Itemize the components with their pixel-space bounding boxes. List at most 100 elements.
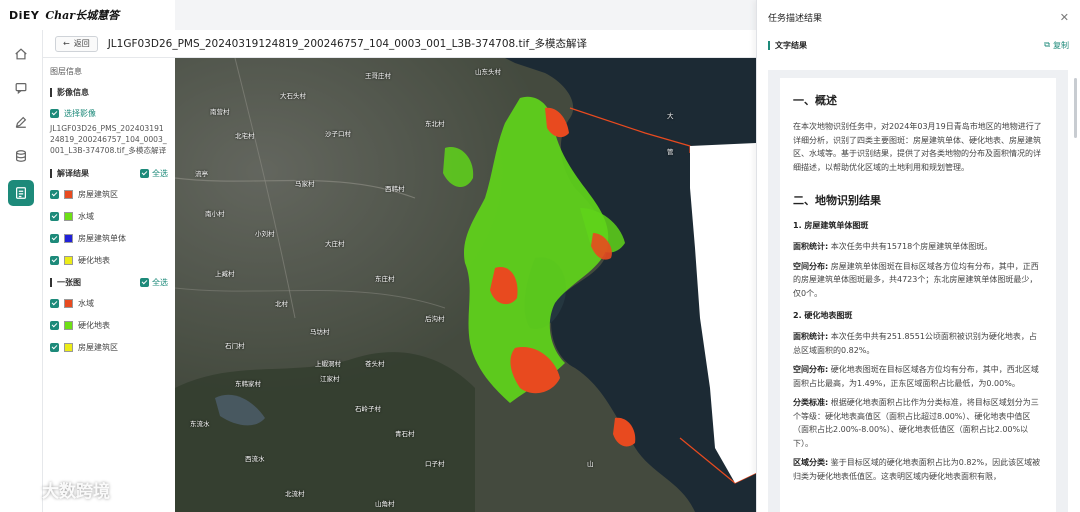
legend-swatch <box>64 234 73 243</box>
result-select-all[interactable]: 全选 <box>140 168 168 179</box>
back-button[interactable]: ← 返回 <box>55 35 98 52</box>
result-layer-checkbox[interactable] <box>50 234 59 243</box>
chat-icon[interactable] <box>8 75 34 101</box>
result-panel-header: 任务描述结果 ✕ <box>757 0 1080 34</box>
map-place-label: 大 <box>667 112 674 120</box>
layer-panel: 图层信息 影像信息 选择影像 JL1GF03D26_PMS_2024031912… <box>43 58 175 512</box>
building-unit-title: 1. 房屋建筑单体图斑 <box>793 221 869 230</box>
map-place-label: 口子村 <box>425 460 445 468</box>
select-image-label: 选择影像 <box>64 109 96 118</box>
watermark: 大数跨境 <box>8 477 110 502</box>
result-panel-title: 任务描述结果 <box>768 13 823 24</box>
result-layer-checkbox[interactable] <box>50 190 59 199</box>
map-place-label: 南小村 <box>205 210 225 218</box>
first-layer-label: 硬化地表 <box>78 321 110 330</box>
result-select-all-checkbox[interactable] <box>140 169 149 178</box>
arrow-left-icon: ← <box>63 39 70 48</box>
brand-diey: DiEY <box>9 8 40 22</box>
map-place-label: 西流水 <box>245 455 265 463</box>
map-place-label: 马家村 <box>295 180 315 188</box>
first-layer-row[interactable]: 房屋建筑区 <box>50 342 168 353</box>
section-overview-body: 在本次地物识别任务中，对2024年03月19日青岛市地区的地物进行了详细分析，识… <box>793 122 1042 172</box>
building-unit-distribution: 空间分布: 房屋建筑单体图斑在目标区域各方位均有分布，其中，正西的房屋建筑单体图… <box>793 261 1039 298</box>
legend-swatch <box>64 343 73 352</box>
first-layer-checkbox[interactable] <box>50 299 59 308</box>
result-layer-row[interactable]: 房屋建筑单体 <box>50 233 168 244</box>
result-group-header: 解译结果 全选 <box>50 168 168 179</box>
map-place-label: 西韩村 <box>385 185 405 193</box>
map-place-label: 马坊村 <box>310 328 330 336</box>
building-unit-area: 面积统计: 本次任务中共有15718个房屋建筑单体图斑。 <box>793 242 993 251</box>
map-place-label: 江家村 <box>320 375 340 383</box>
report-document[interactable]: 一、概述 在本次地物识别任务中，对2024年03月19日青岛市地区的地物进行了详… <box>780 78 1056 512</box>
image-group-title: 影像信息 <box>57 88 89 97</box>
result-layer-label: 水域 <box>78 212 94 221</box>
map-place-label: 大庄村 <box>325 240 345 248</box>
first-select-all-checkbox[interactable] <box>140 278 149 287</box>
select-image-row[interactable]: 选择影像 <box>50 108 168 119</box>
first-layer-row[interactable]: 硬化地表 <box>50 320 168 331</box>
map-place-label: 石门村 <box>225 342 245 350</box>
home-icon[interactable] <box>8 41 34 67</box>
map-place-label: 流亭 <box>195 170 208 178</box>
result-layer-checkbox[interactable] <box>50 212 59 221</box>
map-place-label: 北宅村 <box>235 132 255 140</box>
watermark-text: 大数跨境 <box>42 482 110 502</box>
first-layer-row[interactable]: 水域 <box>50 298 168 309</box>
legend-swatch <box>64 321 73 330</box>
map-place-label: 苍头村 <box>365 360 385 368</box>
map-place-label: 山东头村 <box>475 68 501 76</box>
hardened-surface-title: 2. 硬化地表图斑 <box>793 311 853 320</box>
copy-icon: ⧉ <box>1044 40 1050 49</box>
map-place-label: 大石头村 <box>280 92 306 100</box>
report-container: 一、概述 在本次地物识别任务中，对2024年03月19日青岛市地区的地物进行了详… <box>768 70 1068 512</box>
first-layer-label: 房屋建筑区 <box>78 343 118 352</box>
result-layer-row[interactable]: 硬化地表 <box>50 255 168 266</box>
first-layer-checkbox[interactable] <box>50 343 59 352</box>
result-layer-label: 房屋建筑单体 <box>78 234 126 243</box>
map-place-label: 南营村 <box>210 108 230 116</box>
legend-swatch <box>64 299 73 308</box>
page-title: JL1GF03D26_PMS_20240319124819_200246757_… <box>107 38 587 50</box>
report-scrollbar[interactable] <box>1074 78 1077 138</box>
result-layer-label: 硬化地表 <box>78 256 110 265</box>
image-group-header: 影像信息 <box>50 87 168 98</box>
hardened-surface-area: 面积统计: 本次任务中共有251.8551公顷面积被识别为硬化地表，占总区域面积… <box>793 332 1037 355</box>
text-result-title: 文字结果 <box>775 40 807 50</box>
map-place-label: 后沟村 <box>425 315 445 323</box>
edit-icon[interactable] <box>8 109 34 135</box>
brand-logo: DiEY Char长城慧答 <box>0 0 175 30</box>
database-icon[interactable] <box>8 143 34 169</box>
map-view[interactable]: 王哥庄村 南营村 大石头村 北宅村 山东头村 沙子口村 流亭 东北村 马家村 南小村 西韩村 小刘村大… <box>175 58 756 512</box>
image-file-name: JL1GF03D26_PMS_20240319124819_200246757_… <box>50 124 167 155</box>
map-place-label: 王哥庄村 <box>365 72 391 80</box>
result-layer-row[interactable]: 水域 <box>50 211 168 222</box>
map-place-label: 沙子口村 <box>325 130 351 138</box>
result-group-title: 解译结果 <box>57 169 89 178</box>
select-image-checkbox[interactable] <box>50 109 59 118</box>
map-place-label: 北流村 <box>285 490 305 498</box>
map-place-label: 北村 <box>275 300 288 308</box>
result-layer-row[interactable]: 房屋建筑区 <box>50 189 168 200</box>
section-results-title: 二、地物识别结果 <box>793 194 881 207</box>
first-layer-label: 水域 <box>78 299 94 308</box>
report-icon[interactable] <box>8 180 34 206</box>
brand-char: Char长城慧答 <box>45 9 120 22</box>
hardened-surface-classification: 区域分类: 鉴于目标区域的硬化地表面积占比为0.82%，因此该区域被归类为硬化地… <box>793 458 1041 481</box>
map-place-label: 东庄村 <box>375 275 395 283</box>
close-icon[interactable]: ✕ <box>1060 11 1069 24</box>
hardened-surface-distribution: 空间分布: 硬化地表图斑在目标区域各方位均有分布，其中，西北区域面积占比最高，为… <box>793 365 1039 388</box>
map-place-label: 山角村 <box>375 500 395 508</box>
legend-swatch <box>64 256 73 265</box>
first-select-all[interactable]: 全选 <box>140 277 168 288</box>
map-place-label: 上蝦洞村 <box>315 360 341 368</box>
legend-swatch <box>64 190 73 199</box>
copy-button[interactable]: ⧉ 复制 <box>1044 40 1069 51</box>
text-result-header: 文字结果 ⧉ 复制 <box>757 34 1080 56</box>
first-group-header: 一张图 全选 <box>50 277 168 288</box>
first-layer-checkbox[interactable] <box>50 321 59 330</box>
result-layer-checkbox[interactable] <box>50 256 59 265</box>
first-group-title: 一张图 <box>57 278 81 287</box>
page-header: ← 返回 JL1GF03D26_PMS_20240319124819_20024… <box>43 30 756 58</box>
map-place-label: 东流水 <box>190 420 210 428</box>
